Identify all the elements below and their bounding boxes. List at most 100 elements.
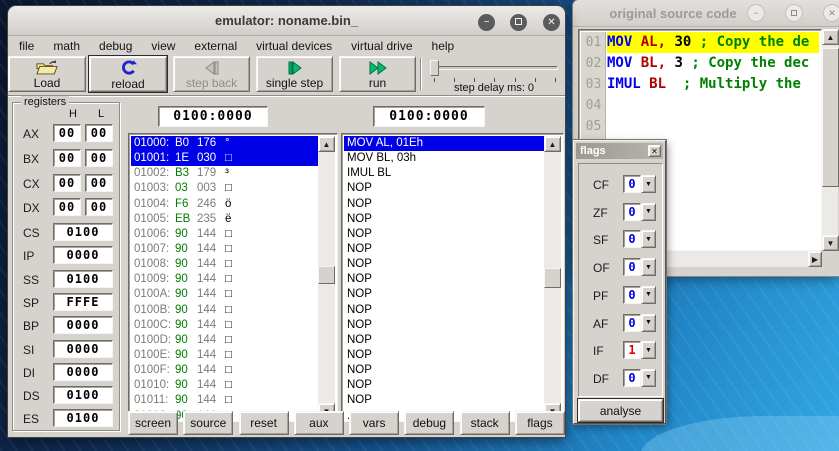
analyse-button[interactable]: analyse	[578, 399, 663, 422]
register-BX-l-field[interactable]: 00	[85, 149, 113, 167]
source-button[interactable]: source	[183, 411, 233, 435]
register-SI-field[interactable]: 0000	[53, 340, 113, 358]
memory-row[interactable]: 0100C:90144□	[131, 318, 318, 333]
register-CS-field[interactable]: 0100	[53, 223, 113, 241]
scrollbar-thumb[interactable]	[318, 266, 335, 284]
close-icon[interactable]: ✕	[824, 5, 839, 21]
menu-item-debug[interactable]: debug	[93, 38, 138, 54]
register-AX-l-field[interactable]: 00	[85, 124, 113, 142]
disasm-row[interactable]: IMUL BL	[344, 166, 544, 181]
register-IP-field[interactable]: 0000	[53, 246, 113, 264]
memory-row[interactable]: 0100D:90144□	[131, 333, 318, 348]
slider-track[interactable]	[432, 66, 558, 70]
flag-ZF-combo[interactable]: 0▼	[623, 203, 656, 221]
scroll-down-icon[interactable]: ▼	[822, 235, 839, 251]
menu-item-external[interactable]: external	[188, 38, 243, 54]
memory-row[interactable]: 01000:B0176°	[131, 136, 318, 151]
memory-row[interactable]: 01008:90144□	[131, 257, 318, 272]
disasm-row[interactable]: NOP	[344, 242, 544, 257]
chevron-down-icon[interactable]: ▼	[641, 314, 656, 332]
register-DS-field[interactable]: 0100	[53, 386, 113, 404]
disasm-row[interactable]: NOP	[344, 212, 544, 227]
chevron-down-icon[interactable]: ▼	[641, 203, 656, 221]
source-line[interactable]: IMUL BL ; Multiply the	[607, 74, 819, 95]
register-CX-l-field[interactable]: 00	[85, 174, 113, 192]
scroll-up-icon[interactable]: ▲	[822, 29, 839, 45]
vars-button[interactable]: vars	[349, 411, 399, 435]
memory-row[interactable]: 0100B:90144□	[131, 303, 318, 318]
flag-DF-combo[interactable]: 0▼	[623, 369, 656, 387]
chevron-down-icon[interactable]: ▼	[641, 258, 656, 276]
memory-row[interactable]: 01002:B3179³	[131, 166, 318, 181]
register-BX-h-field[interactable]: 00	[53, 149, 81, 167]
reload-button[interactable]: reload	[89, 56, 167, 92]
stack-button[interactable]: stack	[460, 411, 510, 435]
flag-CF-combo[interactable]: 0▼	[623, 175, 656, 193]
source-vertical-scrollbar[interactable]: ▲ ▼	[822, 29, 838, 251]
source-line[interactable]	[607, 116, 819, 137]
close-icon[interactable]: ✕	[648, 145, 661, 157]
menu-item-virtual-devices[interactable]: virtual devices	[250, 38, 338, 54]
step-back-button[interactable]: step back	[173, 56, 250, 92]
register-SS-field[interactable]: 0100	[53, 270, 113, 288]
emulator-titlebar[interactable]: emulator: noname.bin_ − ✕	[8, 6, 565, 36]
maximize-icon[interactable]	[786, 5, 802, 21]
minimize-icon[interactable]: −	[478, 14, 495, 31]
disasm-row[interactable]: NOP	[344, 333, 544, 348]
disasm-row[interactable]: NOP	[344, 181, 544, 196]
source-line[interactable]: MOV AL, 30 ; Copy the de	[607, 32, 819, 53]
disasm-row[interactable]: NOP	[344, 363, 544, 378]
screen-button[interactable]: screen	[128, 411, 178, 435]
close-icon[interactable]: ✕	[543, 14, 560, 31]
disasm-scrollbar[interactable]: ▲ ▼	[544, 136, 561, 419]
run-button[interactable]: run	[339, 56, 416, 92]
memory-scrollbar[interactable]: ▲ ▼	[318, 136, 335, 419]
memory-row[interactable]: 0100A:90144□	[131, 287, 318, 302]
disasm-row[interactable]: NOP	[344, 197, 544, 212]
memory-row[interactable]: 01005:EB235ë	[131, 212, 318, 227]
scrollbar-thumb[interactable]	[822, 48, 839, 187]
disasm-row[interactable]: MOV AL, 01Eh	[344, 136, 544, 151]
memory-row[interactable]: 0100E:90144□	[131, 348, 318, 363]
chevron-down-icon[interactable]: ▼	[641, 369, 656, 387]
memory-list[interactable]: 01000:B0176°01001:1E030□01002:B3179³0100…	[128, 133, 338, 422]
scroll-up-icon[interactable]: ▲	[544, 136, 561, 152]
disasm-row[interactable]: NOP	[344, 348, 544, 363]
register-AX-h-field[interactable]: 00	[53, 124, 81, 142]
scroll-right-icon[interactable]: ▶	[808, 251, 822, 267]
memory-row[interactable]: 01003:03003□	[131, 181, 318, 196]
disasm-address-field[interactable]: 0100:0000	[373, 106, 485, 127]
register-DX-h-field[interactable]: 00	[53, 198, 81, 216]
memory-row[interactable]: 01011:90144□	[131, 393, 318, 408]
register-DI-field[interactable]: 0000	[53, 363, 113, 381]
memory-address-field[interactable]: 0100:0000	[158, 106, 268, 127]
slider-thumb[interactable]	[430, 60, 439, 76]
disasm-row[interactable]: NOP	[344, 287, 544, 302]
disasm-row[interactable]: NOP	[344, 318, 544, 333]
flag-SF-combo[interactable]: 0▼	[623, 230, 656, 248]
register-CX-h-field[interactable]: 00	[53, 174, 81, 192]
flags-titlebar[interactable]: flags ✕	[576, 143, 663, 159]
menu-item-math[interactable]: math	[47, 38, 86, 54]
register-SP-field[interactable]: FFFE	[53, 293, 113, 311]
memory-row[interactable]: 01009:90144□	[131, 272, 318, 287]
disasm-row[interactable]: NOP	[344, 393, 544, 408]
debug-button[interactable]: debug	[404, 411, 454, 435]
disasm-row[interactable]: NOP	[344, 272, 544, 287]
Load-button[interactable]: Load	[8, 56, 86, 92]
disasm-row[interactable]: MOV BL, 03h	[344, 151, 544, 166]
disassembly-list[interactable]: MOV AL, 01EhMOV BL, 03hIMUL BLNOPNOPNOPN…	[341, 133, 564, 422]
disasm-row[interactable]: NOP	[344, 378, 544, 393]
flag-IF-combo[interactable]: 1▼	[623, 341, 656, 359]
menu-item-view[interactable]: view	[145, 38, 181, 54]
chevron-down-icon[interactable]: ▼	[641, 175, 656, 193]
reset-button[interactable]: reset	[239, 411, 289, 435]
flags-button[interactable]: flags	[515, 411, 565, 435]
scrollbar-thumb[interactable]	[544, 268, 561, 288]
chevron-down-icon[interactable]: ▼	[641, 341, 656, 359]
single-step-button[interactable]: single step	[256, 56, 333, 92]
aux-button[interactable]: aux	[294, 411, 344, 435]
menu-item-file[interactable]: file	[13, 38, 40, 54]
memory-row[interactable]: 01001:1E030□	[131, 151, 318, 166]
minimize-icon[interactable]: −	[748, 5, 764, 21]
